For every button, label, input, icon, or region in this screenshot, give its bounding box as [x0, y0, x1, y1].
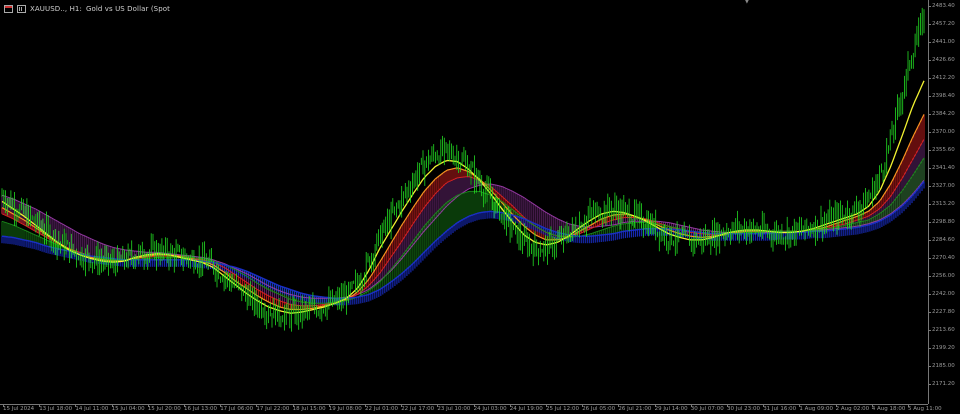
- time-axis-label: 17 Jul 06:00: [220, 406, 254, 412]
- price-tick: [928, 168, 931, 169]
- price-axis-label: 2213.60: [932, 327, 955, 333]
- time-axis-label: 25 Jul 12:00: [546, 406, 579, 412]
- time-axis-label: 15 Jul 2024: [3, 406, 35, 412]
- chart-window[interactable]: XAUUSD.., H1: Gold vs US Dollar (Spot ▼ …: [0, 0, 960, 414]
- price-axis-label: 2227.80: [932, 309, 955, 315]
- price-axis-label: 2441.00: [932, 39, 955, 45]
- price-tick: [928, 294, 931, 295]
- price-axis-label: 2412.20: [932, 75, 955, 81]
- price-tick: [928, 204, 931, 205]
- price-axis-label: 2185.00: [932, 363, 955, 369]
- price-axis-label: 2355.60: [932, 147, 955, 153]
- time-axis-label: 4 Aug 18:00: [871, 406, 906, 412]
- time-axis-label: 30 Jul 23:00: [727, 406, 760, 412]
- price-axis-label: 2284.60: [932, 237, 955, 243]
- time-axis-label: 15 Jul 20:00: [147, 406, 181, 412]
- price-tick: [928, 150, 931, 151]
- price-tick: [928, 114, 931, 115]
- time-axis-label: 2 Aug 02:00: [835, 406, 870, 412]
- time-axis-label: 26 Jul 05:00: [582, 406, 616, 412]
- price-tick: [928, 330, 931, 331]
- price-tick: [928, 60, 931, 61]
- time-axis-label: 31 Jul 16:00: [763, 406, 797, 412]
- time-axis-label: 17 Jul 22:00: [256, 406, 290, 412]
- price-tick: [928, 384, 931, 385]
- price-plot[interactable]: [0, 0, 928, 404]
- time-axis-label: 14 Jul 11:00: [75, 406, 109, 412]
- price-tick: [928, 348, 931, 349]
- price-axis-label: 2298.80: [932, 219, 955, 225]
- price-tick: [928, 96, 931, 97]
- price-axis-label: 2457.20: [932, 21, 955, 27]
- time-axis-label: 22 Jul 01:00: [365, 406, 398, 412]
- price-axis-label: 2270.40: [932, 255, 955, 261]
- price-axis-label: 2483.40: [932, 3, 955, 9]
- price-axis-label: 2341.40: [932, 165, 955, 171]
- price-tick: [928, 42, 931, 43]
- price-axis-label: 2384.20: [932, 111, 955, 117]
- time-axis-label: 19 Jul 08:00: [328, 406, 362, 412]
- price-tick: [928, 78, 931, 79]
- price-tick: [928, 276, 931, 277]
- price-axis-label: 2313.20: [932, 201, 955, 207]
- price-tick: [928, 186, 931, 187]
- time-axis-label: 1 Aug 09:00: [799, 406, 833, 412]
- time-axis-label: 23 Jul 10:00: [437, 406, 471, 412]
- price-tick: [928, 366, 931, 367]
- time-axis-label: 13 Jul 18:00: [39, 406, 73, 412]
- price-axis-label: 2327.00: [932, 183, 955, 189]
- time-axis-label: 30 Jul 07:00: [690, 406, 724, 412]
- price-tick: [928, 6, 931, 7]
- price-tick: [928, 240, 931, 241]
- price-tick: [928, 222, 931, 223]
- price-axis-label: 2426.60: [932, 57, 955, 63]
- price-axis-label: 2242.00: [932, 291, 955, 297]
- price-axis-label: 2370.00: [932, 129, 955, 135]
- time-axis-label: 24 Jul 03:00: [473, 406, 507, 412]
- time-axis-label: 5 Aug 11:00: [908, 406, 942, 412]
- time-axis-label: 29 Jul 14:00: [654, 406, 688, 412]
- time-axis-label: 15 Jul 04:00: [111, 406, 145, 412]
- time-axis[interactable]: 15 Jul 2024 13 Jul 18:00 14 Jul 11:00 15 Ju…: [0, 404, 942, 414]
- price-tick: [928, 312, 931, 313]
- price-tick: [928, 258, 931, 259]
- time-axis-label: 26 Jul 21:00: [618, 406, 652, 412]
- price-axis-label: 2256.00: [932, 273, 955, 279]
- price-tick: [928, 24, 931, 25]
- time-axis-label: 16 Jul 13:00: [184, 406, 217, 412]
- price-axis-label: 2171.20: [932, 381, 955, 387]
- time-axis-label: 24 Jul 19:00: [509, 406, 543, 412]
- time-axis-label: 18 Jul 15:00: [292, 406, 326, 412]
- price-axis-label: 2398.40: [932, 93, 955, 99]
- price-tick: [928, 132, 931, 133]
- price-axis-label: 2199.20: [932, 345, 955, 351]
- price-axis[interactable]: 2483.40 2457.20 2441.00 2426.60 2412.20 2398.…: [928, 0, 960, 404]
- time-axis-label: 22 Jul 17:00: [401, 406, 435, 412]
